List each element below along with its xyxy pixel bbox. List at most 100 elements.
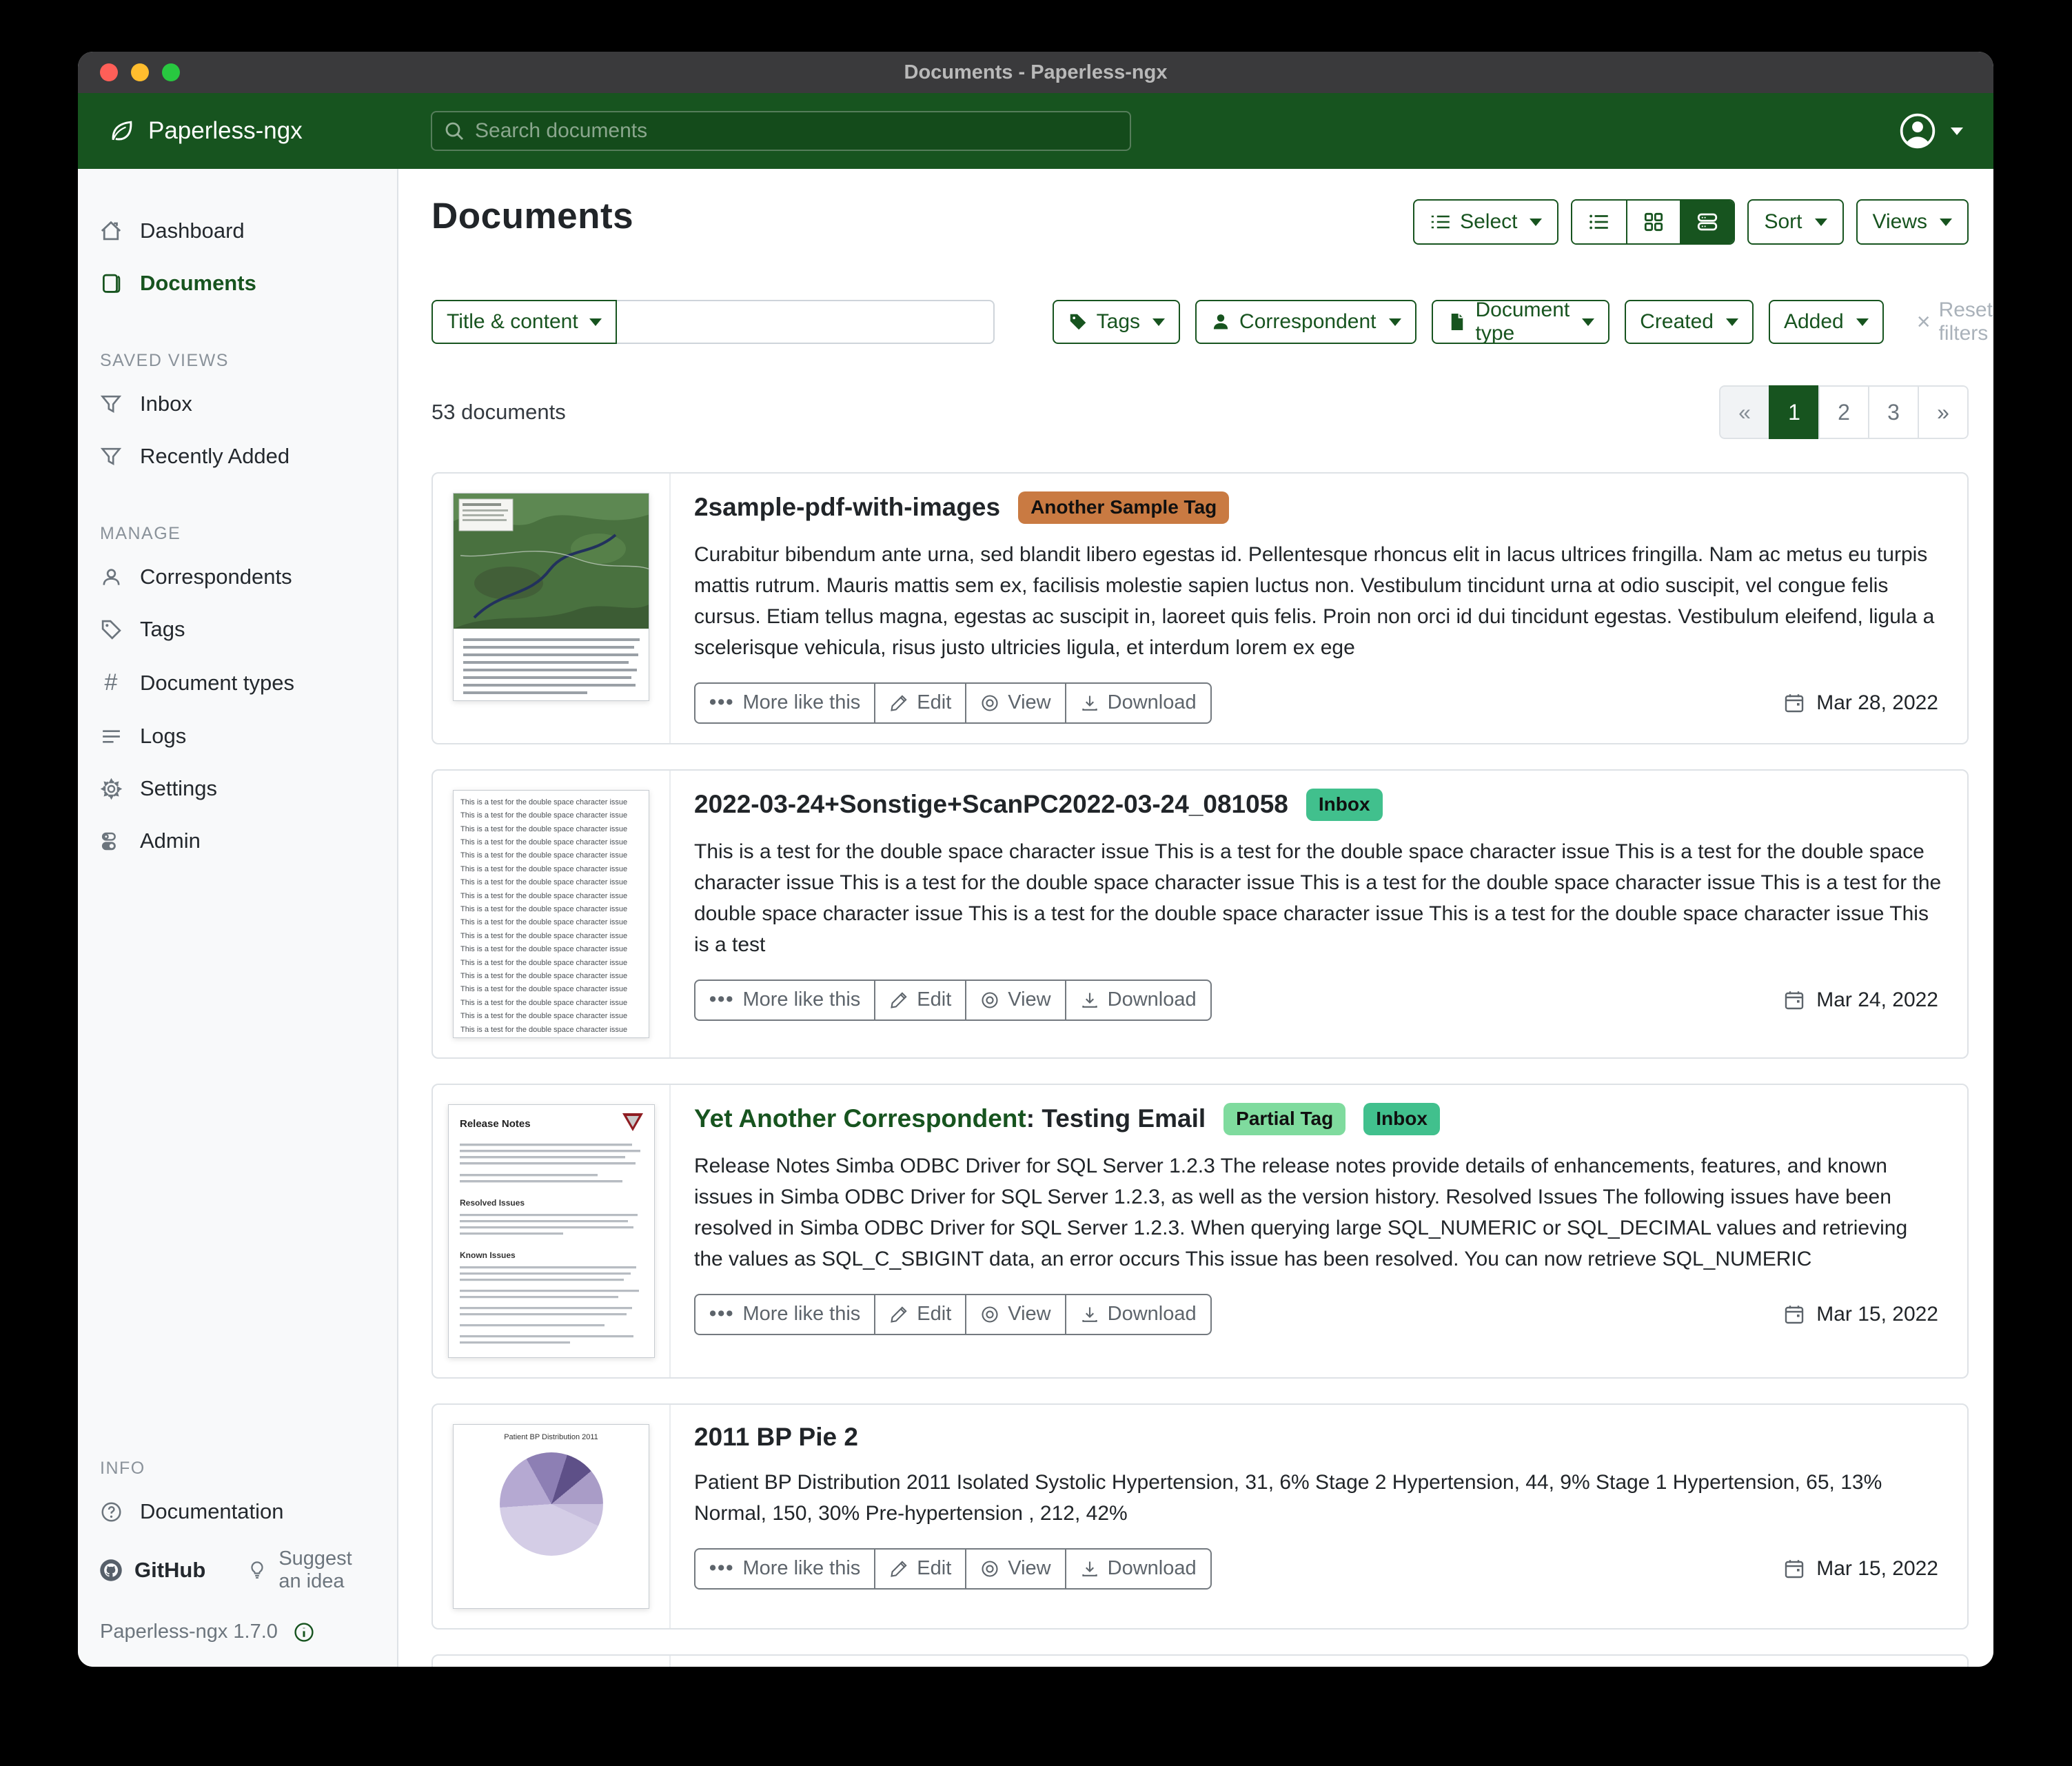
zoom-window-button[interactable] [162,63,180,81]
date-label: Mar 15, 2022 [1816,1556,1938,1580]
home-icon [99,219,123,243]
filter-document-type-button[interactable]: Document type [1431,298,1610,345]
edit-button[interactable]: Edit [874,1547,967,1590]
document-title[interactable]: 2sample-pdf-with-images [694,493,1000,522]
more-like-this-button[interactable]: ••• More like this [694,1547,876,1590]
pagination-next[interactable]: » [1918,385,1969,439]
close-window-button[interactable] [100,63,118,81]
views-label: Views [1872,210,1927,233]
download-button[interactable]: Download [1064,1547,1212,1590]
filter-added-button[interactable]: Added [1768,300,1884,344]
download-label: Download [1107,691,1197,714]
tag-badge[interactable]: Inbox [1363,1102,1440,1135]
document-thumbnail[interactable] [433,1655,671,1667]
suggest-idea-link[interactable]: Suggest an idea [247,1547,376,1593]
chevron-down-icon [1940,218,1952,226]
tag-badge[interactable]: Inbox [1306,788,1383,821]
app-header: Paperless-ngx [78,93,1993,169]
sort-label: Sort [1764,210,1802,233]
select-dropdown-button[interactable]: Select [1413,199,1559,245]
sidebar-item-settings[interactable]: Settings [78,764,397,813]
document-thumbnail[interactable]: Patient BP Distribution 2011 [433,1404,671,1628]
document-title[interactable]: Yet Another Correspondent: Testing Email [694,1104,1206,1133]
reset-filters-button[interactable]: × Reset filters [1917,298,1993,345]
minimize-window-button[interactable] [131,63,149,81]
sidebar-item-tags[interactable]: Tags [78,605,397,654]
download-icon [1080,693,1099,713]
document-thumbnail[interactable]: This is a test for the double space char… [433,770,671,1057]
sort-dropdown-button[interactable]: Sort [1747,199,1844,245]
download-button[interactable]: Download [1064,979,1212,1021]
sidebar-item-documentation[interactable]: Documentation [78,1487,397,1536]
view-details-button[interactable] [1680,201,1734,243]
github-link[interactable]: GitHub [99,1558,205,1583]
pagination: « 1 2 3 » [1719,385,1969,439]
document-correspondent[interactable]: Yet Another Correspondent [694,1104,1026,1133]
document-thumbnail[interactable] [433,474,671,743]
edit-button[interactable]: Edit [874,682,967,724]
edit-button[interactable]: Edit [874,979,967,1021]
edit-button[interactable]: Edit [874,1293,967,1335]
document-thumbnail[interactable]: Release Notes Resolved Issues Known Issu… [433,1084,671,1377]
view-button[interactable]: View [965,682,1066,724]
pagination-page-1[interactable]: 1 [1769,385,1820,439]
macos-titlebar: Documents - Paperless-ngx [78,52,1993,93]
tag-badge[interactable]: Another Sample Tag [1018,491,1230,524]
view-list-button[interactable] [1572,201,1627,243]
search-field-dropdown[interactable]: Title & content [431,300,617,344]
edit-label: Edit [917,691,952,714]
search-field-label: Title & content [447,310,578,333]
more-like-this-label: More like this [742,988,861,1011]
sidebar-item-admin[interactable]: Admin [78,816,397,866]
document-title[interactable]: 2022-03-24+Sonstige+ScanPC2022-03-24_081… [694,790,1288,819]
sidebar-item-label: Admin [140,829,201,853]
document-actions: ••• More like this Edit View Download [694,1547,1212,1590]
github-label: GitHub [134,1558,206,1582]
sidebar-item-dashboard[interactable]: Dashboard [78,206,397,256]
more-like-this-button[interactable]: ••• More like this [694,682,876,724]
eye-icon [980,1305,999,1324]
view-grid-button[interactable] [1626,201,1680,243]
search-input[interactable] [475,119,1119,143]
sidebar-item-label: Documentation [140,1499,284,1523]
pagination-page-2[interactable]: 2 [1818,385,1869,439]
view-button[interactable]: View [965,979,1066,1021]
more-like-this-button[interactable]: ••• More like this [694,1293,876,1335]
download-label: Download [1107,1303,1197,1326]
filter-created-button[interactable]: Created [1625,300,1754,344]
global-search[interactable] [431,111,1131,151]
document-title[interactable]: 2011 BP Pie 2 [694,1423,858,1452]
pagination-page-3[interactable]: 3 [1868,385,1919,439]
pagination-prev[interactable]: « [1719,385,1770,439]
filter-document-type-label: Document type [1475,298,1570,345]
sidebar-item-document-types[interactable]: # Document types [78,657,397,709]
document-card: Patient BP Distribution 2011 2011 BP Pie… [431,1403,1969,1630]
filter-tags-button[interactable]: Tags [1052,300,1181,344]
document-date: Mar 15, 2022 [1783,1303,1938,1326]
view-button[interactable]: View [965,1547,1066,1590]
download-button[interactable]: Download [1064,682,1212,724]
sidebar-item-inbox[interactable]: Inbox [78,379,397,429]
thumbnail-title: Patient BP Distribution 2011 [504,1432,598,1441]
filter-tags-label: Tags [1096,310,1141,333]
document-excerpt: Curabitur bibendum ante urna, sed blandi… [694,542,1935,659]
views-dropdown-button[interactable]: Views [1856,199,1969,245]
sidebar-item-logs[interactable]: Logs [78,711,397,761]
sidebar-item-documents[interactable]: Documents [78,258,397,308]
tag-badge[interactable]: Partial Tag [1223,1102,1346,1135]
filter-text-input[interactable] [616,300,995,344]
view-button[interactable]: View [965,1293,1066,1335]
info-circle-icon[interactable] [293,1621,315,1643]
user-menu[interactable] [1898,93,1963,169]
sidebar-item-correspondents[interactable]: Correspondents [78,552,397,602]
pencil-icon [889,991,908,1010]
document-date: Mar 28, 2022 [1783,691,1938,715]
download-button[interactable]: Download [1064,1293,1212,1335]
more-like-this-button[interactable]: ••• More like this [694,979,876,1021]
filter-created-label: Created [1640,310,1714,333]
thumbnail-title: Release Notes [460,1118,531,1130]
sidebar-item-recently-added[interactable]: Recently Added [78,432,397,481]
filter-correspondent-button[interactable]: Correspondent [1195,300,1416,344]
app-window: Documents - Paperless-ngx Paperless-ngx [78,52,1993,1667]
brand[interactable]: Paperless-ngx [107,116,303,146]
